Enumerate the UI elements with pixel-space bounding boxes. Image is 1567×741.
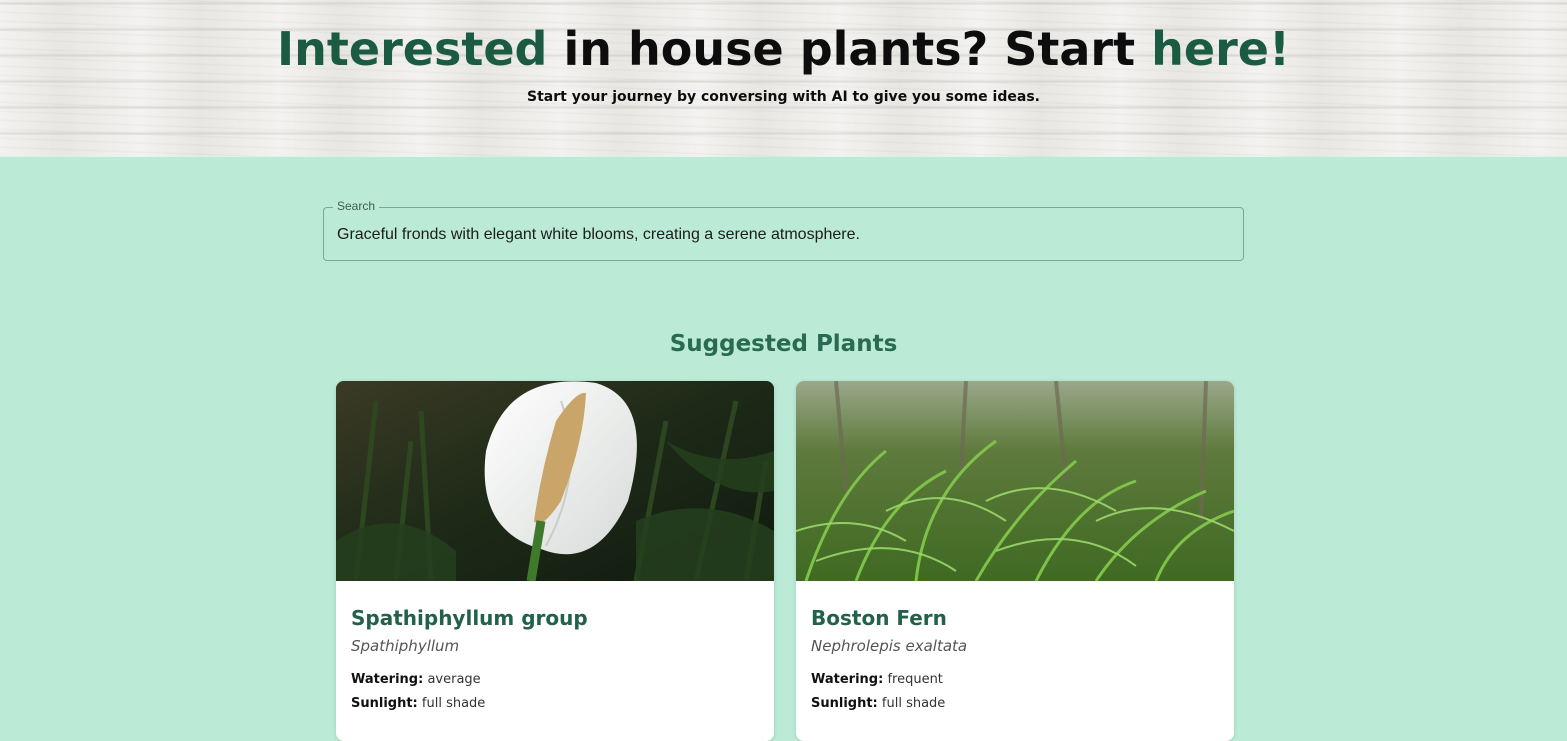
hero-title: Interested in house plants? Start here! xyxy=(0,22,1567,76)
plant-scientific-name: Spathiphyllum xyxy=(351,637,460,655)
watering-label: Watering: xyxy=(351,672,424,687)
sunlight-row: Sunlight: full shade xyxy=(811,696,945,711)
search-input[interactable] xyxy=(337,226,1227,244)
plant-name: Boston Fern xyxy=(811,606,947,630)
plant-name: Spathiphyllum group xyxy=(351,606,588,630)
hero-title-accent-here: here! xyxy=(1151,22,1290,76)
watering-value: frequent xyxy=(883,672,943,687)
watering-row: Watering: average xyxy=(351,672,481,687)
sunlight-row: Sunlight: full shade xyxy=(351,696,485,711)
sunlight-label: Sunlight: xyxy=(351,696,418,711)
sunlight-label: Sunlight: xyxy=(811,696,878,711)
watering-label: Watering: xyxy=(811,672,884,687)
search-label: Search xyxy=(333,199,380,213)
hero-title-middle: in house plants? Start xyxy=(547,22,1152,76)
plant-card-boston-fern[interactable]: Boston Fern Nephrolepis exaltata Waterin… xyxy=(796,381,1234,741)
watering-row: Watering: frequent xyxy=(811,672,943,687)
suggested-plants-title: Suggested Plants xyxy=(669,331,898,357)
sunlight-value: full shade xyxy=(877,696,946,711)
sunlight-value: full shade xyxy=(417,696,486,711)
hero-title-accent-interested: Interested xyxy=(277,22,548,76)
peace-lily-photo xyxy=(336,381,774,581)
hero-subtitle: Start your journey by conversing with AI… xyxy=(527,89,1040,105)
hero-banner: Interested in house plants? Start here! … xyxy=(0,0,1567,157)
plant-card-spathiphyllum[interactable]: Spathiphyllum group Spathiphyllum Wateri… xyxy=(336,381,774,741)
watering-value: average xyxy=(423,672,481,687)
plant-scientific-name: Nephrolepis exaltata xyxy=(811,637,968,655)
fern-photo xyxy=(796,381,1234,581)
